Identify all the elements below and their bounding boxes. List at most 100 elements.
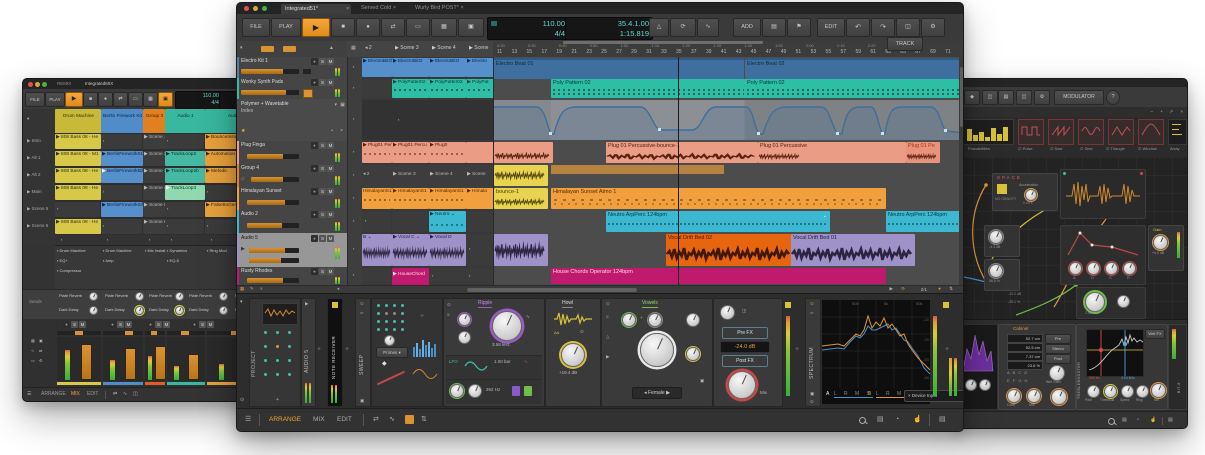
file-button[interactable]: FILE bbox=[25, 92, 45, 107]
rec-solo-mute[interactable]: ●SM bbox=[191, 321, 214, 328]
fill-button[interactable]: ∿ bbox=[697, 18, 719, 37]
threshold-knob[interactable] bbox=[1104, 385, 1117, 398]
knob[interactable] bbox=[458, 313, 471, 326]
volume-fader[interactable] bbox=[155, 346, 166, 380]
track-row[interactable]: Himalayan Sunset ● S M bbox=[237, 187, 347, 211]
stop-icon[interactable]: ▪ bbox=[353, 219, 354, 223]
primes-select[interactable]: Primes ▾ bbox=[376, 347, 408, 358]
send-knob[interactable] bbox=[135, 292, 144, 301]
envelope-module[interactable]: A D S R bbox=[1060, 225, 1146, 285]
stop-icon[interactable]: ▪ bbox=[353, 86, 354, 90]
remove-lane-icon[interactable]: × bbox=[340, 129, 343, 134]
scope-module[interactable] bbox=[1060, 169, 1146, 219]
arranger-clip[interactable]: Poly Pattern 02 bbox=[551, 79, 746, 98]
clip[interactable]: ▶ Vocal D bbox=[429, 234, 466, 266]
device-entry[interactable]: ▪ Drum Machine bbox=[57, 249, 86, 253]
edit-view-button[interactable]: EDIT bbox=[87, 392, 98, 397]
gain-knob[interactable] bbox=[561, 343, 585, 367]
clip[interactable]: B ⌄ bbox=[362, 234, 392, 266]
rec-solo-mute[interactable]: ●SM bbox=[63, 321, 86, 328]
param-value[interactable]: 92.7 cm bbox=[1007, 334, 1043, 343]
file-icon[interactable]: ▤ bbox=[877, 416, 884, 423]
volume-slider[interactable] bbox=[247, 223, 299, 228]
menu-icon[interactable]: ≡ bbox=[606, 314, 609, 320]
stop-icon[interactable]: ▪ bbox=[353, 173, 354, 177]
channel-header[interactable]: Audio 1 bbox=[165, 109, 205, 136]
volume-slider[interactable] bbox=[247, 200, 299, 205]
cursor-tool-icon[interactable]: ▲ bbox=[329, 46, 334, 51]
edit-menu-button[interactable]: EDIT bbox=[817, 18, 845, 37]
resonance-knob[interactable] bbox=[1117, 295, 1130, 308]
track-menu-icon[interactable]: ▾ bbox=[27, 116, 29, 122]
stop-icon[interactable]: ▪ bbox=[353, 196, 354, 200]
close-window-button[interactable] bbox=[28, 82, 33, 87]
mod-slot-b[interactable] bbox=[524, 386, 532, 396]
view-toggle-icon[interactable]: ∿ bbox=[31, 349, 34, 353]
add-track-button[interactable]: ADD bbox=[733, 18, 761, 37]
keyboard-button[interactable]: ▤ bbox=[762, 18, 786, 37]
power-icon[interactable]: ⊙ bbox=[810, 301, 814, 307]
stop-icon[interactable]: ▪ bbox=[353, 150, 354, 154]
pencil-icon[interactable]: ✎ bbox=[250, 286, 254, 292]
scroll-left-icon[interactable]: ◂ bbox=[337, 286, 339, 292]
empty-clip-slot[interactable]: ▪ bbox=[101, 219, 142, 234]
duplicate-button[interactable]: ◫ bbox=[896, 18, 920, 37]
io-routing-icon[interactable]: ⇅ bbox=[421, 416, 427, 423]
duplicate-button[interactable]: ◫ bbox=[1016, 90, 1032, 105]
tempo-display[interactable]: 110.00 4/4 bbox=[175, 91, 223, 109]
arranger-clip[interactable]: House Chords Operator 124bpm bbox=[551, 268, 886, 284]
channel-header[interactable]: Drum Machine bbox=[55, 109, 101, 136]
clip[interactable]: ▶ Plug01 Percu bbox=[392, 142, 429, 163]
channel-header[interactable]: Berlin Firework Kit bbox=[101, 109, 143, 136]
pan-slider[interactable] bbox=[145, 331, 165, 335]
frequency-knob[interactable] bbox=[492, 311, 522, 341]
panel-pin-icon[interactable]: ⊙ bbox=[240, 398, 244, 403]
dual-view-button[interactable]: ▦ bbox=[431, 18, 457, 37]
rec-solo-mute[interactable]: ●SM bbox=[311, 188, 334, 195]
wet-fx-button[interactable]: Wet FX bbox=[1145, 329, 1165, 339]
add-icon[interactable]: + bbox=[420, 313, 424, 320]
knob[interactable] bbox=[648, 313, 662, 327]
pad-view-button[interactable]: ▦ bbox=[143, 92, 158, 107]
empty-clip-slot[interactable]: ▪ bbox=[165, 219, 204, 234]
add-device-icon[interactable]: + bbox=[795, 346, 799, 353]
sweep-device-rail[interactable]: ⊙ ▱ SWEEP ▣ bbox=[355, 298, 371, 407]
fx-mix-section[interactable]: ◫ Pre FX -24.0 dB Post FX Mix bbox=[713, 298, 783, 407]
rec-solo-mute[interactable]: ●SM bbox=[311, 165, 334, 172]
automation-box[interactable] bbox=[303, 89, 313, 98]
scene-launch[interactable]: ▶ Alt 2 bbox=[27, 172, 41, 178]
device-entry[interactable]: ▪ Compressor bbox=[57, 269, 81, 273]
clip[interactable]: ▶ PolyPat bbox=[466, 79, 495, 98]
filter-row[interactable]: 262 Hz bbox=[446, 379, 542, 404]
settings-button[interactable]: ⚙ bbox=[1034, 90, 1050, 105]
crossfade-icon[interactable]: ⇄ bbox=[113, 392, 117, 397]
stereo-button[interactable]: Stereo bbox=[1045, 344, 1071, 354]
layout-toggle[interactable] bbox=[283, 46, 296, 52]
power-icon[interactable]: ⊙ bbox=[580, 329, 584, 335]
knob[interactable] bbox=[979, 379, 991, 391]
shuffle-button[interactable]: ⇄ bbox=[381, 18, 405, 37]
clip[interactable]: ▶ TrackLoop2b bbox=[165, 168, 205, 183]
clip-launcher-toggle[interactable] bbox=[405, 415, 414, 424]
track-row[interactable]: Audio 2 ● S M bbox=[237, 210, 347, 234]
scroll-handle[interactable] bbox=[467, 288, 637, 292]
pan-slider[interactable] bbox=[167, 331, 205, 335]
filter-freq[interactable]: 262 Hz bbox=[486, 387, 500, 393]
gain-module[interactable]: Gain +4.0 dB bbox=[1148, 225, 1184, 271]
vowel-select[interactable]: ◂ Female ▶ bbox=[632, 387, 682, 399]
loop-button[interactable]: ⟳ bbox=[670, 18, 696, 37]
slot-letters[interactable]: E F G H bbox=[1007, 379, 1028, 383]
arranger-clip[interactable]: Vocal Drift Bed 02 bbox=[666, 234, 793, 266]
lfo-rate[interactable]: 1.00 bar bbox=[494, 359, 511, 365]
maximize-window-button[interactable] bbox=[262, 6, 267, 11]
volume-fader[interactable] bbox=[81, 344, 92, 380]
scene-launch[interactable]: ▶ Scene 5 bbox=[27, 206, 48, 212]
sustain-knob[interactable] bbox=[1105, 262, 1118, 275]
view-toggle-icon[interactable]: ⚙ bbox=[39, 359, 43, 363]
track-name[interactable]: Wonky Synth Pads bbox=[241, 80, 283, 85]
arranger-clip[interactable] bbox=[494, 142, 553, 163]
arranger-clip[interactable]: Electro Beat 01 bbox=[494, 58, 744, 79]
arranger-clip[interactable]: Plug 01 Percussive bbox=[758, 142, 906, 163]
undo-button[interactable]: ↶ bbox=[846, 18, 870, 37]
track-menu-button[interactable]: TRACK bbox=[887, 37, 923, 51]
